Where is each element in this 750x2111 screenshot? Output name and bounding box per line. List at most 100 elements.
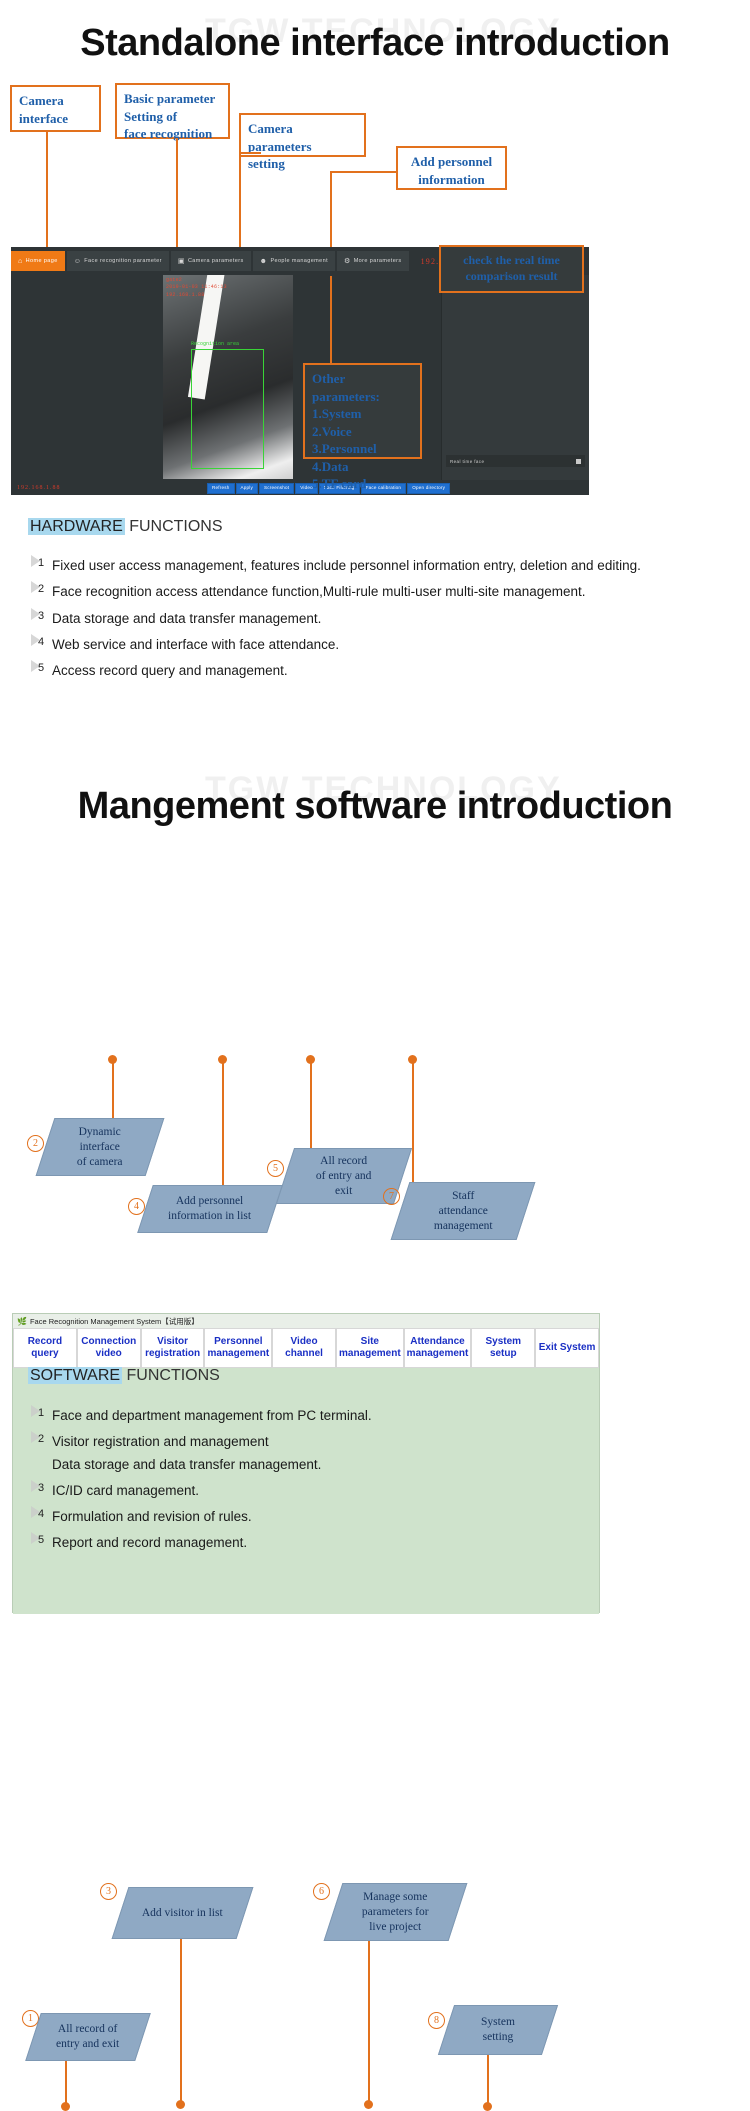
sw-callout-6-number: 6	[313, 1883, 330, 1900]
tab-home-page[interactable]: ⌂ Home page	[11, 251, 65, 271]
software-item-1-text: Face and department management from PC t…	[52, 1408, 372, 1423]
sw-callout-5-number: 5	[267, 1160, 284, 1177]
hardware-item-1-num: 1	[30, 555, 52, 569]
tab-more-parameters[interactable]: ⚙ More parameters	[337, 251, 409, 271]
leader-camera-parameters-a	[239, 152, 241, 262]
realtime-face-label: Real time face	[450, 458, 485, 464]
face-icon: ☺	[73, 257, 82, 265]
sw-tab-system-setup-label: System setup	[485, 1336, 522, 1359]
screenshot-button[interactable]: Screenshot	[259, 483, 295, 494]
sw-tab-attendance-management-label: Attendance management	[406, 1336, 469, 1359]
sw-callout-3-text: Add visitor in list	[142, 1906, 223, 1919]
sw-callout-7-number: 7	[383, 1188, 400, 1205]
hardware-item-3-num-text: 3	[37, 609, 45, 622]
sw-dot-2	[108, 1055, 117, 1064]
sw-callout-3-number: 3	[100, 1883, 117, 1900]
software-item-1-num: 1	[30, 1405, 52, 1419]
sw-tab-visitor-registration[interactable]: Visitor registration	[140, 1328, 205, 1368]
hardware-functions-heading: HARDWARE FUNCTIONS	[28, 518, 223, 536]
sw-tab-attendance-management[interactable]: Attendance management	[403, 1328, 472, 1368]
sw-callout-2-number-text: 2	[33, 1138, 38, 1149]
sw-callout-8: System setting	[437, 2005, 559, 2055]
list-item: 5 Report and record management.	[30, 1532, 650, 1554]
callout-camera-interface-text: Camera interface	[19, 93, 69, 126]
software-item-4-num: 4	[30, 1506, 52, 1520]
list-item: 2 Face recognition access attendance fun…	[30, 581, 650, 603]
software-item-1-num-text: 1	[37, 1407, 45, 1419]
home-icon: ⌂	[18, 257, 23, 265]
sw-callout-8-text: System setting	[481, 2016, 515, 2043]
sw-tab-video-channel-label: Video channel	[285, 1336, 323, 1359]
sw-dot-8	[483, 2102, 492, 2111]
hardware-item-2-num: 2	[30, 581, 52, 595]
software-item-3-num: 3	[30, 1479, 52, 1494]
sw-tab-visitor-registration-label: Visitor registration	[145, 1336, 201, 1359]
refresh-button[interactable]: Refresh	[207, 483, 235, 494]
tab-camera-parameters[interactable]: ▣ Camera parameters	[170, 251, 251, 271]
callout-add-personnel-text: Add personnel information	[410, 154, 493, 187]
list-item: 1 Face and department management from PC…	[30, 1405, 650, 1427]
hardware-item-3-num: 3	[30, 607, 52, 622]
sw-tab-record-query-label: Record query	[27, 1336, 63, 1359]
software-item-2-num: 2	[30, 1431, 52, 1445]
tab-camera-parameters-label: Camera parameters	[187, 258, 244, 264]
camera-video-feed[interactable]: gate2 2019-01-03 11:46:13 192.168.1.88 R…	[163, 275, 293, 479]
software-item-2-num-text: 2	[37, 1433, 45, 1446]
video-osd-overlay: gate2 2019-01-03 11:46:13 192.168.1.88	[166, 277, 227, 299]
apply-button[interactable]: Apply	[235, 483, 258, 494]
sw-callout-7: Staff attendance management	[390, 1182, 536, 1240]
sw-dot-7	[408, 1055, 417, 1064]
sw-tab-personnel-management[interactable]: Personnel management	[204, 1328, 273, 1368]
osd-line-2: 2019-01-03 11:46:13	[166, 284, 227, 291]
software-heading-rest: FUNCTIONS	[122, 1367, 220, 1384]
sw-callout-7-number-text: 7	[389, 1191, 394, 1202]
sw-line-5	[310, 1062, 312, 1148]
sw-tab-system-setup[interactable]: System setup	[471, 1328, 536, 1368]
software-functions-heading: SOFTWARE FUNCTIONS	[28, 1367, 220, 1385]
hardware-heading-highlight: HARDWARE	[28, 518, 125, 535]
osd-line-3: 192.168.1.88	[166, 291, 205, 298]
hardware-item-2-text: Face recognition access attendance funct…	[52, 584, 586, 600]
sw-tab-exit-system[interactable]: Exit System	[535, 1328, 600, 1368]
sw-callout-6-number-text: 6	[319, 1886, 324, 1897]
detection-area-box	[191, 349, 264, 469]
camera-icon: ▣	[177, 257, 185, 265]
list-item: 4 Formulation and revision of rules.	[30, 1506, 650, 1528]
sw-callout-6-text: Manage some parameters for live project	[362, 1890, 429, 1933]
face-calibration-button[interactable]: Face calibration	[360, 483, 407, 494]
callout-basic-parameter: Basic parameter Setting of face recognit…	[115, 83, 230, 142]
tab-face-recognition-parameter-label: Face recognition parameter	[84, 258, 162, 264]
sw-tab-connection-video-label: Connection video	[81, 1336, 137, 1359]
software-item-5-num: 5	[30, 1532, 52, 1546]
open-directory-button[interactable]: Open directory	[407, 483, 451, 494]
hardware-item-2-num-text: 2	[37, 583, 45, 596]
sw-line-4	[222, 1062, 224, 1185]
tab-people-management[interactable]: ☻ People management	[252, 251, 335, 271]
sw-tab-connection-video[interactable]: Connection video	[76, 1328, 141, 1368]
callout-camera-interface: Camera interface	[10, 85, 101, 132]
software-titlebar-text: Face Recognition Management System【试用版】	[29, 1316, 199, 1326]
tab-home-page-label: Home page	[25, 258, 58, 264]
sw-callout-5-text: All record of entry and exit	[316, 1154, 372, 1197]
leader-add-personnel-b	[330, 171, 398, 173]
sw-line-3	[180, 1939, 182, 2107]
sw-line-6	[368, 1941, 370, 2107]
hardware-item-4-num: 4	[30, 633, 52, 648]
sw-tab-record-query[interactable]: Record query	[13, 1328, 77, 1368]
sw-callout-1-text: All record of entry and exit	[56, 2023, 120, 2050]
page-title-standalone: Standalone interface introduction	[80, 22, 670, 64]
sw-callout-3: Add visitor in list	[111, 1887, 254, 1939]
callout-check-comparison: check the real time comparison result	[439, 245, 584, 293]
sw-tab-video-channel[interactable]: Video channel	[272, 1328, 336, 1368]
list-item: 3 IC/ID card management.	[30, 1479, 650, 1502]
software-tabbar: Record query Connection video Visitor re…	[13, 1328, 600, 1368]
hardware-item-5-text: Access record query and management.	[52, 663, 288, 679]
callout-basic-parameter-text: Basic parameter Setting of face recognit…	[124, 91, 216, 142]
sw-callout-1-number-text: 1	[28, 2013, 33, 2024]
hardware-item-1-num-text: 1	[37, 557, 45, 569]
software-item-4-text: Formulation and revision of rules.	[52, 1509, 252, 1525]
callout-camera-parameters: Camera parameters setting	[239, 113, 366, 171]
tab-face-recognition-parameter[interactable]: ☺ Face recognition parameter	[66, 251, 169, 271]
hardware-item-1-text: Fixed user access management, features i…	[52, 558, 641, 573]
sw-tab-site-management[interactable]: Site management	[335, 1328, 404, 1368]
